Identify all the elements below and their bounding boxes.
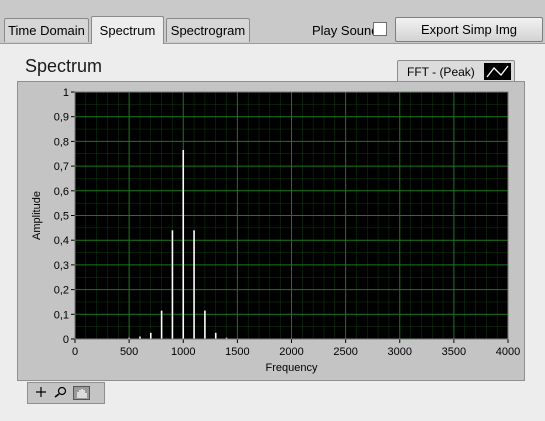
- play-sound-checkbox[interactable]: [373, 22, 387, 36]
- x-tick-label: 500: [120, 346, 138, 358]
- tab-spectrum[interactable]: Spectrum: [91, 16, 164, 44]
- graph-frame: 0 0,1 0,2 0,3 0,4 0,5 0,6 0,7 0,8 0,9 1 0 500 1000 150…: [17, 81, 525, 381]
- play-sound-label: Play Sound: [312, 23, 379, 38]
- y-tick-label: 0,8: [54, 136, 69, 148]
- x-tick-label: 1500: [225, 346, 249, 358]
- tab-strip: Time Domain Spectrum Spectrogram Play So…: [0, 0, 545, 44]
- x-axis-label: Frequency: [266, 362, 318, 374]
- x-tick-label: 4000: [496, 346, 520, 358]
- line-style-icon[interactable]: [484, 63, 511, 80]
- pan-tool-icon[interactable]: [73, 386, 90, 400]
- y-tick-label: 0: [63, 334, 69, 346]
- y-tick-label: 0,1: [54, 309, 69, 321]
- y-tick-label: 0,4: [54, 235, 69, 247]
- spectrum-plot[interactable]: 0 0,1 0,2 0,3 0,4 0,5 0,6 0,7 0,8 0,9 1 0 500 1000 150…: [18, 82, 524, 380]
- legend-label: FFT - (Peak): [407, 65, 475, 79]
- y-tick-label: 0,7: [54, 161, 69, 173]
- zoom-tool-icon[interactable]: [53, 386, 70, 400]
- y-tick-label: 1: [63, 87, 69, 99]
- y-tick-label: 0,5: [54, 211, 69, 223]
- export-image-button[interactable]: Export Simp Img: [395, 17, 543, 42]
- x-tick-label: 3500: [442, 346, 466, 358]
- y-tick-label: 0,6: [54, 186, 69, 198]
- cursor-tool-icon[interactable]: [33, 386, 50, 400]
- x-tick-label: 0: [72, 346, 78, 358]
- x-tick-label: 1000: [171, 346, 195, 358]
- panel-title: Spectrum: [25, 56, 103, 76]
- x-tick-label: 2000: [279, 346, 303, 358]
- y-tick-label: 0,9: [54, 112, 69, 124]
- tab-spectrogram[interactable]: Spectrogram: [166, 18, 250, 42]
- x-tick-label: 2500: [333, 346, 357, 358]
- y-tick-label: 0,2: [54, 285, 69, 297]
- tab-time-domain[interactable]: Time Domain: [4, 18, 89, 42]
- spectrum-panel: Spectrum FFT - (Peak) 0 0,1 0,2 0,3 0,4 0,5 0,…: [0, 43, 545, 421]
- x-tick-label: 3000: [388, 346, 412, 358]
- y-tick-label: 0,3: [54, 260, 69, 272]
- graph-palette: [27, 382, 105, 404]
- plot-legend[interactable]: FFT - (Peak): [397, 60, 515, 83]
- y-axis-label: Amplitude: [31, 191, 43, 240]
